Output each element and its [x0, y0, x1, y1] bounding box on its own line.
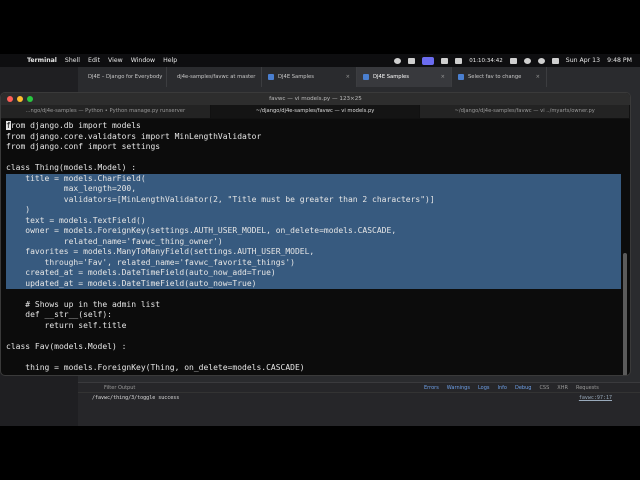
filter-errors[interactable]: Errors [422, 385, 441, 391]
terminal-tab-bar: ...ngo/dj4e-samples — Python • Python ma… [1, 105, 630, 119]
status-area: 01:10:34:42 Sun Apr 13 9:48 PM [394, 54, 632, 67]
browser-tab[interactable]: Select fav to change × [452, 67, 547, 87]
code-line: validators=[MinLengthValidator(2, "Title… [6, 194, 621, 205]
menu-window[interactable]: Window [131, 57, 155, 64]
browser-tab[interactable]: dj4e-samples/favwc at master× [167, 67, 262, 87]
display-icon[interactable] [408, 57, 416, 64]
terminal-tab-active[interactable]: ~/django/dj4e-samples/favwc — vi models.… [210, 105, 421, 118]
code-line-text: rom django.db import models [10, 121, 141, 130]
console-level-filters: Errors Warnings Logs Info Debug CSS XHR … [422, 385, 601, 391]
menu-help[interactable]: Help [163, 57, 177, 64]
code-line: title = models.CharField( [6, 173, 621, 184]
code-line: owner = models.ForeignKey(settings.AUTH_… [6, 226, 621, 237]
wifi-icon[interactable] [523, 57, 531, 64]
favicon-icon [458, 74, 464, 80]
record-icon[interactable] [394, 57, 402, 64]
code-line: class Thing(models.Model) : [6, 163, 137, 172]
code-line: return self.title [6, 320, 127, 330]
terminal-tab[interactable]: ...ngo/dj4e-samples — Python • Python ma… [1, 105, 211, 118]
favicon-icon [268, 74, 274, 80]
editor-buffer[interactable]: from django.db import models from django.… [6, 121, 621, 373]
code-line: # Shows up in the admin list [6, 299, 161, 309]
browser-tab[interactable]: DJ4E Samples × [262, 67, 357, 87]
battery-icon[interactable] [509, 57, 517, 64]
code-line: from django.core.validators import MinLe… [6, 131, 262, 141]
code-line: favorites = models.ManyToManyField(setti… [6, 247, 621, 258]
console-source-link[interactable]: favwc:97:17 [579, 395, 612, 401]
close-icon[interactable]: × [530, 74, 540, 80]
console-message-text: /favwc/thing/3/toggle success [92, 395, 180, 401]
code-line: class Fav(models.Model) : [6, 341, 127, 351]
close-icon[interactable]: × [435, 74, 445, 80]
code-line: def __str__(self): [6, 310, 112, 319]
menu-time[interactable]: 9:48 PM [607, 57, 632, 64]
console-toolbar: Filter Output Errors Warnings Logs Info … [78, 383, 640, 392]
code-line: text = models.TextField() [6, 215, 621, 226]
menu-bar: Terminal Shell Edit View Window Help 01:… [0, 54, 640, 67]
filter-logs[interactable]: Logs [476, 385, 492, 391]
menu-view[interactable]: View [108, 57, 123, 64]
menu-date[interactable]: Sun Apr 13 [566, 57, 600, 64]
favicon-icon [363, 74, 369, 80]
filter-info[interactable]: Info [496, 385, 509, 391]
menu-shell[interactable]: Shell [65, 57, 80, 64]
terminal-scrollbar[interactable] [623, 253, 627, 375]
code-line: related_name='favwc_thing_owner') [6, 236, 621, 247]
code-line: thing = models.ForeignKey(Thing, on_dele… [6, 362, 305, 372]
console-message: /favwc/thing/3/toggle success favwc:97:1… [78, 392, 640, 403]
terminal-tab[interactable]: ~/django/dj4e-samples/favwc — vi ../myar… [420, 105, 630, 118]
screen-share-icon[interactable] [422, 56, 435, 65]
browser-tab[interactable]: DJ4E – Django for Everybody× [78, 67, 167, 87]
close-icon[interactable]: × [255, 74, 261, 80]
console-filter-input[interactable]: Filter Output [104, 385, 264, 391]
code-line: created_at = models.DateTimeField(auto_n… [6, 268, 621, 279]
menu-edit[interactable]: Edit [88, 57, 100, 64]
filter-xhr[interactable]: XHR [555, 385, 570, 391]
screen: Terminal Shell Edit View Window Help 01:… [0, 54, 640, 426]
code-line: updated_at = models.DateTimeField(auto_n… [6, 278, 621, 289]
dropbox-icon[interactable] [441, 57, 449, 64]
terminal-title: favwc — vi models.py — 123×25 [269, 96, 362, 102]
search-icon[interactable] [537, 57, 545, 64]
code-line: from django.db import models [6, 121, 621, 132]
browser-tab-strip: DJ4E – Django for Everybody× dj4e-sample… [78, 67, 640, 87]
terminal-titlebar: favwc — vi models.py — 123×25 [1, 93, 630, 105]
browser-tab-active[interactable]: DJ4E Samples × [357, 67, 452, 87]
code-line: max_length=200, [6, 184, 621, 195]
terminal-window: favwc — vi models.py — 123×25 ...ngo/dj4… [0, 92, 631, 376]
filter-requests[interactable]: Requests [574, 385, 601, 391]
menu-clock: 01:10:34:42 [469, 57, 503, 64]
code-line: through='Fav', related_name='favwc_favor… [6, 257, 621, 268]
filter-css[interactable]: CSS [537, 385, 551, 391]
devtools-console: Filter Output Errors Warnings Logs Info … [78, 382, 640, 426]
code-line: from django.conf import settings [6, 142, 161, 151]
code-line: ) [6, 205, 621, 216]
close-icon[interactable]: × [340, 74, 350, 80]
menu-terminal[interactable]: Terminal [27, 57, 57, 64]
timer-icon[interactable] [455, 57, 463, 64]
control-center-icon[interactable] [551, 57, 559, 64]
filter-debug[interactable]: Debug [513, 385, 533, 391]
filter-warnings[interactable]: Warnings [445, 385, 472, 391]
